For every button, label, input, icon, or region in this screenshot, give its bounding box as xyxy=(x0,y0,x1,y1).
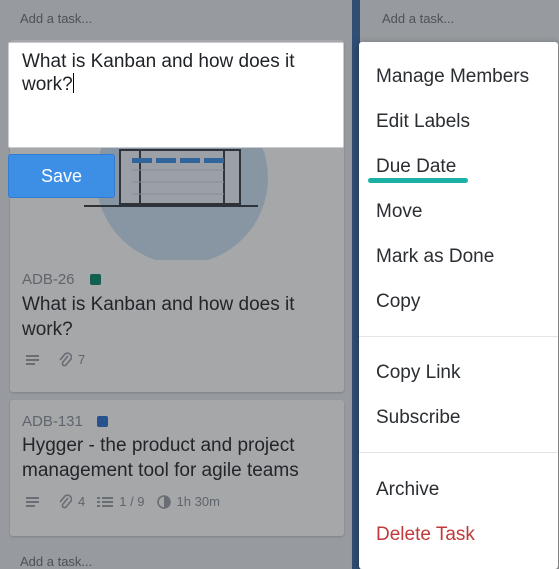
menu-separator xyxy=(359,452,558,453)
menu-item-copy[interactable]: Copy xyxy=(376,291,420,313)
menu-item-mark-as-done[interactable]: Mark as Done xyxy=(376,246,494,268)
highlight-underline xyxy=(368,178,468,183)
menu-item-due-date[interactable]: Due Date xyxy=(376,156,456,178)
menu-item-subscribe[interactable]: Subscribe xyxy=(376,407,461,429)
text-caret xyxy=(72,73,74,93)
menu-separator xyxy=(359,336,558,337)
menu-item-archive[interactable]: Archive xyxy=(376,479,439,501)
menu-item-delete-task[interactable]: Delete Task xyxy=(376,524,475,546)
task-title-editor[interactable]: What is Kanban and how does it work? xyxy=(8,42,344,148)
task-context-menu: Manage Members Edit Labels Due Date Move… xyxy=(359,42,558,569)
menu-item-edit-labels[interactable]: Edit Labels xyxy=(376,111,470,133)
menu-item-copy-link[interactable]: Copy Link xyxy=(376,362,461,384)
save-button[interactable]: Save xyxy=(8,154,115,198)
menu-item-manage-members[interactable]: Manage Members xyxy=(376,66,529,88)
menu-item-move[interactable]: Move xyxy=(376,201,422,223)
